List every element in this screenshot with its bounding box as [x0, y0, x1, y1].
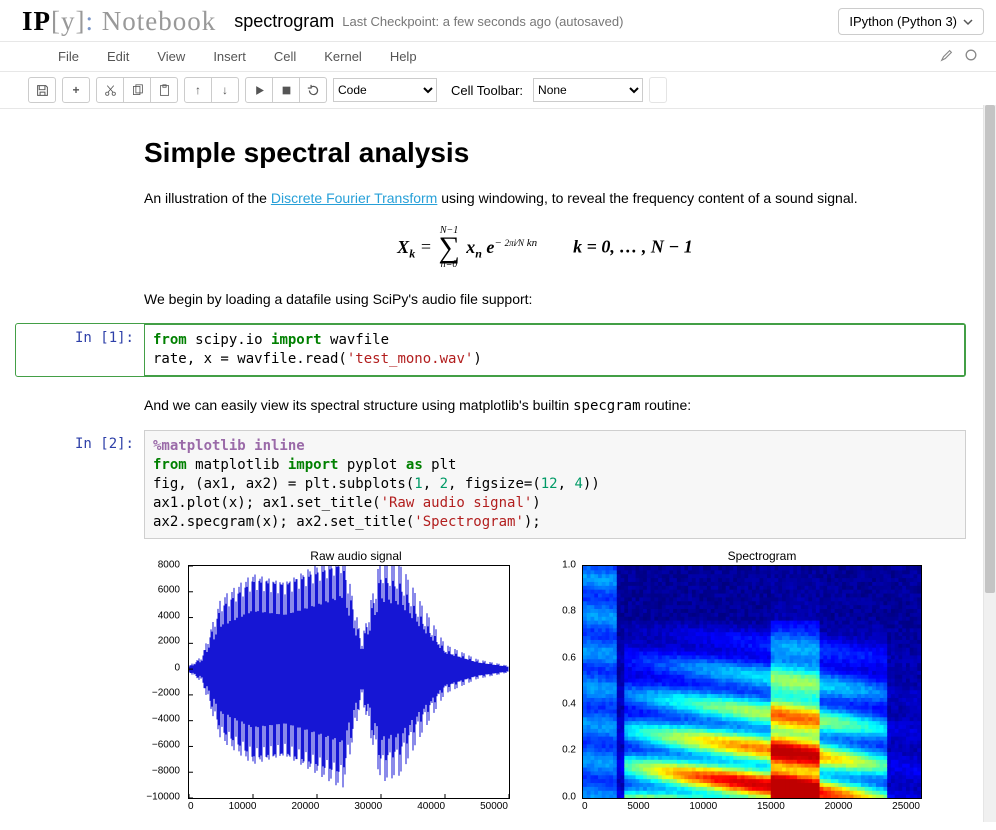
- chart-1-yticks: 80006000400020000−2000−4000−6000−8000−10…: [144, 565, 184, 797]
- chart-2-yticks: 1.00.80.60.40.20.0: [550, 565, 580, 797]
- checkpoint-status: Last Checkpoint: a few seconds ago (auto…: [342, 14, 623, 29]
- notebook-header: IP[y]: Notebook spectrogram Last Checkpo…: [0, 0, 996, 42]
- markdown-cell-1[interactable]: Simple spectral analysis An illustration…: [144, 133, 946, 309]
- page-title: Simple spectral analysis: [144, 133, 946, 174]
- chart-2-xticks: 0500010000150002000025000: [582, 801, 920, 812]
- copy-button[interactable]: [124, 77, 151, 103]
- run-button[interactable]: [245, 77, 273, 103]
- chart-1-xticks: 01000020000300004000050000: [188, 801, 508, 812]
- code-cell-1[interactable]: In [1]: from scipy.io import wavfile rat…: [15, 323, 966, 377]
- p2: We begin by loading a datafile using Sci…: [144, 289, 946, 309]
- logo-notebook: Notebook: [102, 6, 216, 36]
- prompt-1: In [1]:: [16, 324, 144, 376]
- menu-help[interactable]: Help: [390, 49, 417, 64]
- chart-2-title: Spectrogram: [594, 549, 930, 563]
- interrupt-button[interactable]: [273, 77, 300, 103]
- p3: And we can easily view its spectral stru…: [144, 395, 946, 416]
- paste-button[interactable]: [151, 77, 178, 103]
- restart-button[interactable]: [300, 77, 327, 103]
- menu-view[interactable]: View: [157, 49, 185, 64]
- kernel-name: IPython (Python 3): [849, 14, 957, 29]
- notebook-title[interactable]: spectrogram: [234, 11, 334, 32]
- chart-2-plotarea: [582, 565, 922, 799]
- save-button[interactable]: [28, 77, 56, 103]
- prompt-2: In [2]:: [16, 430, 144, 538]
- output-cell-2: Raw audio signal 80006000400020000−2000−…: [144, 549, 966, 812]
- blank-button[interactable]: [649, 77, 667, 103]
- scrollbar-thumb[interactable]: [985, 105, 995, 593]
- toolbar: + ↑ ↓ Code Cell Toolbar: None: [0, 72, 996, 109]
- code-area-1[interactable]: from scipy.io import wavfile rate, x = w…: [144, 324, 965, 376]
- menu-file[interactable]: File: [58, 49, 79, 64]
- move-down-button[interactable]: ↓: [212, 77, 239, 103]
- code-area-2[interactable]: %matplotlib inline from matplotlib impor…: [144, 430, 966, 538]
- intro-paragraph: An illustration of the Discrete Fourier …: [144, 188, 946, 208]
- chart-1-plotarea: [188, 565, 510, 799]
- celltoolbar-label: Cell Toolbar:: [451, 83, 523, 98]
- dft-formula: Xk = N−1 ∑ n=0 xn e− 2πi⁄N kn k = 0, … ,…: [144, 224, 946, 273]
- chart-waveform: Raw audio signal 80006000400020000−2000−…: [144, 549, 524, 812]
- menu-edit[interactable]: Edit: [107, 49, 129, 64]
- edit-icon[interactable]: [940, 48, 954, 65]
- inline-code: specgram: [573, 398, 640, 414]
- menu-cell[interactable]: Cell: [274, 49, 296, 64]
- menu-insert[interactable]: Insert: [213, 49, 246, 64]
- insert-cell-button[interactable]: +: [62, 77, 90, 103]
- caret-down-icon: [963, 17, 973, 27]
- logo-ip: IP: [22, 6, 51, 36]
- celltoolbar-select[interactable]: None: [533, 78, 643, 102]
- menubar: File Edit View Insert Cell Kernel Help: [0, 42, 996, 72]
- chart-1-title: Raw audio signal: [188, 549, 524, 563]
- logo-bracket: [y]: [51, 6, 85, 36]
- menu-kernel[interactable]: Kernel: [324, 49, 362, 64]
- code-cell-2[interactable]: In [2]: %matplotlib inline from matplotl…: [16, 430, 966, 538]
- vertical-scrollbar[interactable]: [983, 105, 996, 822]
- kernel-selector[interactable]: IPython (Python 3): [838, 8, 984, 35]
- notebook-body[interactable]: Simple spectral analysis An illustration…: [0, 105, 982, 830]
- ipython-logo: IP[y]: Notebook: [22, 6, 216, 37]
- cut-button[interactable]: [96, 77, 124, 103]
- move-up-button[interactable]: ↑: [184, 77, 212, 103]
- chart-spectrogram: Spectrogram 1.00.80.60.40.20.0 050001000…: [550, 549, 930, 812]
- markdown-cell-2[interactable]: And we can easily view its spectral stru…: [144, 395, 946, 416]
- logo-colon: :: [85, 6, 94, 36]
- kernel-idle-icon: [964, 48, 978, 65]
- dft-link[interactable]: Discrete Fourier Transform: [271, 190, 437, 206]
- celltype-select[interactable]: Code: [333, 78, 437, 102]
